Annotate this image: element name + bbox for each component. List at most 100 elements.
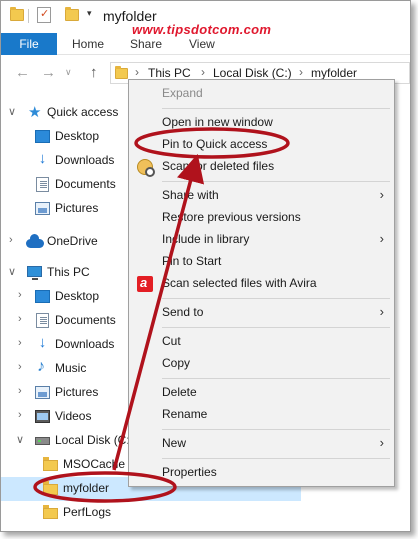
tree-item-label: Documents	[55, 177, 116, 191]
properties-icon[interactable]	[37, 7, 51, 23]
tree-item-label: Quick access	[47, 105, 119, 119]
new-folder-icon[interactable]	[65, 7, 79, 21]
expand-chevron-icon[interactable]: ›	[18, 337, 22, 349]
menu-item-pin-quick-access[interactable]: Pin to Quick access	[129, 134, 394, 156]
tree-item-label: This PC	[47, 265, 90, 279]
menu-item-new[interactable]: New ›	[129, 433, 394, 455]
up-arrow-icon[interactable]: ↑	[90, 64, 98, 81]
documents-icon	[36, 177, 49, 192]
collapse-chevron-icon[interactable]: ∨	[8, 265, 16, 278]
tree-item-label: Desktop	[55, 289, 100, 303]
breadcrumb-local-disk[interactable]: Local Disk (C:)	[213, 66, 292, 80]
address-folder-icon	[115, 66, 128, 79]
scan-icon	[137, 159, 155, 177]
tree-item-label: myfolder	[63, 481, 110, 495]
menu-item-pin-start[interactable]: Pin to Start	[129, 251, 394, 273]
star-icon: ★	[28, 104, 42, 121]
menu-item-label: Include in library	[162, 232, 250, 246]
menu-item-label: Send to	[162, 305, 204, 319]
menu-separator	[162, 108, 390, 109]
menu-item-share-with[interactable]: Share with ›	[129, 185, 394, 207]
expand-chevron-icon[interactable]: ›	[18, 361, 22, 373]
menu-item-label: Properties	[162, 465, 217, 479]
chevron-down-icon[interactable]: ▾	[87, 8, 92, 19]
menu-item-label: Scan for deleted files	[162, 159, 275, 173]
menu-item-label: New	[162, 436, 187, 450]
menu-item-restore-versions[interactable]: Restore previous versions	[129, 207, 394, 229]
menu-item-label: Share with	[162, 188, 219, 202]
menu-separator	[162, 327, 390, 328]
expand-chevron-icon[interactable]: ›	[18, 409, 22, 421]
submenu-arrow-icon: ›	[379, 187, 384, 202]
submenu-arrow-icon: ›	[379, 304, 384, 319]
submenu-arrow-icon: ›	[379, 231, 384, 246]
downloads-icon: ↓	[38, 150, 47, 167]
menu-item-label: Scan selected files with Avira	[162, 276, 317, 290]
collapse-chevron-icon[interactable]: ∨	[16, 433, 24, 446]
breadcrumb-separator[interactable]: ›	[299, 65, 303, 79]
menu-item-label: Expand	[162, 86, 203, 100]
tree-item-label: Documents	[55, 313, 116, 327]
desktop-icon	[35, 130, 50, 143]
menu-item-delete[interactable]: Delete	[129, 382, 394, 404]
breadcrumb-separator[interactable]: ›	[201, 65, 205, 79]
tree-item-label: Downloads	[55, 337, 115, 351]
menu-item-label: Restore previous versions	[162, 210, 301, 224]
menu-separator	[162, 298, 390, 299]
music-icon: ♪	[37, 358, 45, 375]
tree-item-label: MSOCache	[63, 457, 126, 471]
window-folder-icon	[10, 7, 24, 21]
disk-icon	[35, 437, 50, 445]
menu-item-rename[interactable]: Rename	[129, 404, 394, 426]
menu-item-cut[interactable]: Cut	[129, 331, 394, 353]
menu-item-copy[interactable]: Copy	[129, 353, 394, 375]
menu-item-label: Cut	[162, 334, 181, 348]
expand-chevron-icon[interactable]: ›	[9, 234, 13, 246]
menu-item-send-to[interactable]: Send to ›	[129, 302, 394, 324]
explorer-window: ▾ myfolder File Home Share View www.tips…	[0, 0, 411, 532]
breadcrumb-separator[interactable]: ›	[135, 65, 139, 79]
menu-separator	[162, 458, 390, 459]
back-arrow-icon[interactable]: ←	[15, 64, 30, 81]
folder-icon	[43, 457, 58, 471]
expand-chevron-icon[interactable]: ›	[18, 385, 22, 397]
expand-chevron-icon[interactable]: ›	[18, 313, 22, 325]
menu-item-scan-deleted[interactable]: Scan for deleted files	[129, 156, 394, 178]
breadcrumb-this-pc[interactable]: This PC	[148, 66, 191, 80]
pictures-icon	[35, 202, 50, 215]
folder-icon	[43, 505, 58, 519]
menu-item-label: Copy	[162, 356, 191, 370]
tree-item-label: PerfLogs	[63, 505, 112, 519]
pictures-icon	[35, 386, 50, 399]
tab-file[interactable]: File	[1, 33, 57, 55]
expand-chevron-icon[interactable]: ›	[18, 289, 22, 301]
downloads-icon: ↓	[38, 334, 47, 351]
videos-icon	[35, 410, 50, 423]
submenu-arrow-icon: ›	[379, 435, 384, 450]
menu-item-expand[interactable]: Expand	[129, 83, 394, 105]
menu-item-properties[interactable]: Properties	[129, 462, 394, 484]
tree-item-label: Local Disk (C:)	[55, 433, 134, 447]
tree-item-perflogs[interactable]: PerfLogs	[1, 501, 301, 525]
tree-item-label: Desktop	[55, 129, 100, 143]
desktop-icon	[35, 290, 50, 303]
tab-home[interactable]: Home	[72, 33, 104, 55]
menu-item-include-library[interactable]: Include in library ›	[129, 229, 394, 251]
tree-item-label: Downloads	[55, 153, 115, 167]
toolbar-divider	[28, 9, 29, 23]
breadcrumb-myfolder[interactable]: myfolder	[311, 66, 357, 80]
collapse-chevron-icon[interactable]: ∨	[8, 105, 16, 118]
menu-separator	[162, 181, 390, 182]
tree-item-label: Music	[55, 361, 87, 375]
recent-locations-chevron-icon[interactable]: ∨	[65, 67, 72, 78]
menu-separator	[162, 378, 390, 379]
menu-item-label: Open in new window	[162, 115, 273, 129]
menu-item-open-new-window[interactable]: Open in new window	[129, 112, 394, 134]
tree-item-label: OneDrive	[47, 234, 98, 248]
menu-item-scan-avira[interactable]: Scan selected files with Avira	[129, 273, 394, 295]
context-menu: Expand Open in new window Pin to Quick a…	[128, 79, 395, 487]
menu-item-label: Delete	[162, 385, 197, 399]
forward-arrow-icon[interactable]: →	[41, 64, 56, 81]
tree-item-label: Pictures	[55, 201, 99, 215]
avira-icon	[137, 275, 153, 292]
